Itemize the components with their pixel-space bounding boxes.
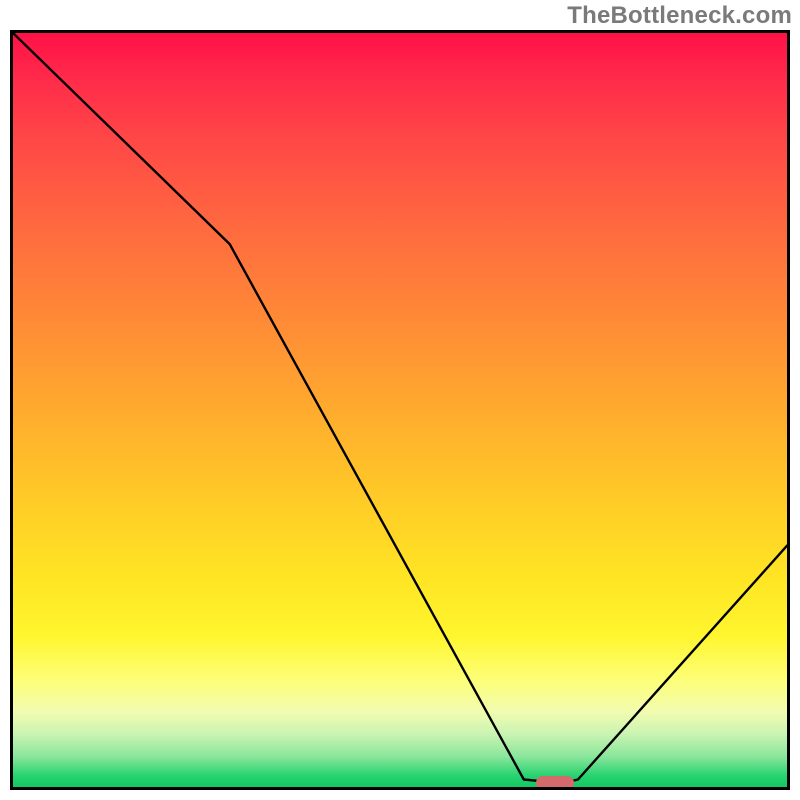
chart-container: TheBottleneck.com [0,0,800,800]
plot-area [10,30,790,790]
watermark-text: TheBottleneck.com [567,2,792,30]
bottleneck-curve [13,33,787,787]
optimal-point-marker [536,776,574,790]
